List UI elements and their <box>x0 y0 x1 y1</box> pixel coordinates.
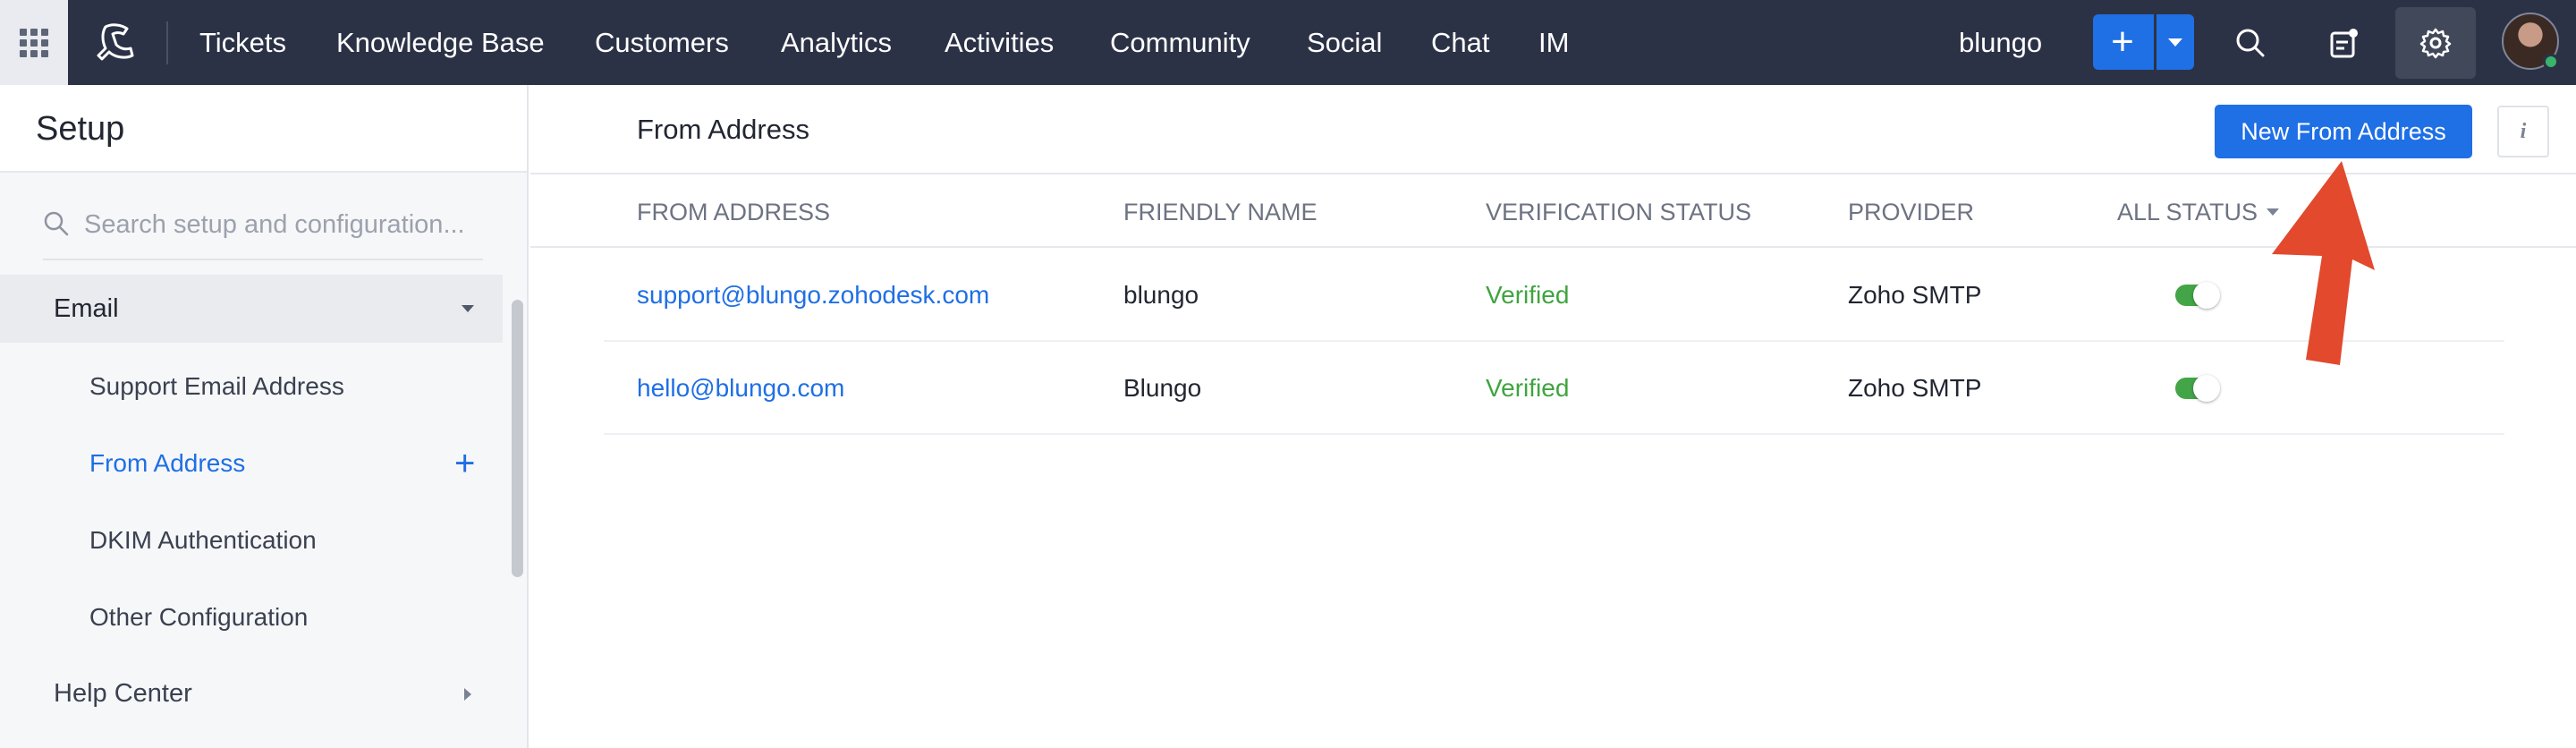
chevron-down-icon[interactable] <box>2157 14 2194 70</box>
nav-activities[interactable]: Activities <box>945 0 1054 85</box>
gear-icon <box>2419 28 2452 59</box>
plus-icon[interactable]: + <box>2093 14 2152 70</box>
status-filter-label: ALL STATUS <box>2117 199 2258 225</box>
new-from-address-button[interactable]: New From Address <box>2215 105 2472 158</box>
from-address-link[interactable]: support@blungo.zohodesk.com <box>637 249 989 342</box>
search-icon <box>44 211 69 236</box>
provider: Zoho SMTP <box>1848 374 1982 402</box>
organization-name[interactable]: blungo <box>1959 0 2042 85</box>
avatar[interactable] <box>2502 13 2559 70</box>
provider: Zoho SMTP <box>1848 281 1982 309</box>
search-icon[interactable] <box>2225 18 2275 68</box>
logo-divider <box>166 21 168 64</box>
sidebar-section-label: Help Center <box>54 679 192 708</box>
desk-logo-icon[interactable] <box>93 20 141 68</box>
table-row: support@blungo.zohodesk.com blungo Verif… <box>604 249 2504 342</box>
sidebar-item-other-configuration[interactable]: Other Configuration <box>89 591 483 644</box>
search-input[interactable] <box>84 207 478 242</box>
verification-status: Verified <box>1486 374 1570 402</box>
column-header-provider: PROVIDER <box>1848 199 1975 225</box>
content-header: From Address New From Address i <box>530 85 2576 174</box>
nav-community[interactable]: Community <box>1110 0 1250 85</box>
sidebar-section-email[interactable]: Email <box>0 275 503 343</box>
friendly-name: blungo <box>1123 281 1199 309</box>
sidebar-section-label: Email <box>54 294 119 323</box>
notes-icon[interactable] <box>2318 18 2368 68</box>
friendly-name: Blungo <box>1123 374 1202 402</box>
chevron-down-icon <box>462 305 474 312</box>
sidebar-item-dkim-authentication[interactable]: DKIM Authentication <box>89 514 483 567</box>
from-address-link[interactable]: hello@blungo.com <box>637 342 844 435</box>
sidebar-item-support-email-address[interactable]: Support Email Address <box>89 360 483 413</box>
nav-social[interactable]: Social <box>1307 0 1382 85</box>
sidebar-section-help-center[interactable]: Help Center <box>54 667 483 720</box>
status-toggle[interactable] <box>2175 375 2220 402</box>
page-title: From Address <box>637 114 809 145</box>
sidebar-title: Setup <box>36 110 125 148</box>
table-header: FROM ADDRESS FRIENDLY NAME VERIFICATION … <box>530 176 2576 248</box>
status-filter-dropdown[interactable]: ALL STATUS <box>2117 176 2280 248</box>
nav-knowledge-base[interactable]: Knowledge Base <box>336 0 545 85</box>
setup-search <box>43 201 483 260</box>
quick-add-button[interactable]: + <box>2093 14 2194 70</box>
column-header-friendly-name: FRIENDLY NAME <box>1123 199 1318 225</box>
annotation-arrow-icon <box>2272 161 2375 365</box>
nav-customers[interactable]: Customers <box>595 0 729 85</box>
sidebar-item-label: From Address <box>89 449 246 477</box>
grid-icon <box>20 28 48 57</box>
nav-chat[interactable]: Chat <box>1431 0 1489 85</box>
sidebar-scrollbar[interactable] <box>512 300 523 577</box>
setup-sidebar: Setup Email Support Email Address From A… <box>0 85 529 748</box>
settings-button[interactable] <box>2395 7 2476 79</box>
add-from-address-icon[interactable]: + <box>454 437 475 490</box>
top-navigation-bar: Tickets Knowledge Base Customers Analyti… <box>0 0 2576 85</box>
sidebar-header: Setup <box>0 85 527 173</box>
sidebar-item-from-address[interactable]: From Address + <box>89 437 483 490</box>
online-status-dot <box>2543 54 2559 70</box>
nav-analytics[interactable]: Analytics <box>781 0 892 85</box>
status-toggle[interactable] <box>2175 282 2220 309</box>
apps-grid-icon[interactable] <box>0 0 68 85</box>
chevron-right-icon <box>464 688 471 701</box>
info-icon[interactable]: i <box>2497 106 2549 157</box>
nav-tickets[interactable]: Tickets <box>199 0 286 85</box>
nav-im[interactable]: IM <box>1538 0 1569 85</box>
table-row: hello@blungo.com Blungo Verified Zoho SM… <box>604 342 2504 435</box>
column-header-from-address: FROM ADDRESS <box>637 199 831 225</box>
verification-status: Verified <box>1486 281 1570 309</box>
column-header-verification-status: VERIFICATION STATUS <box>1486 199 1752 225</box>
